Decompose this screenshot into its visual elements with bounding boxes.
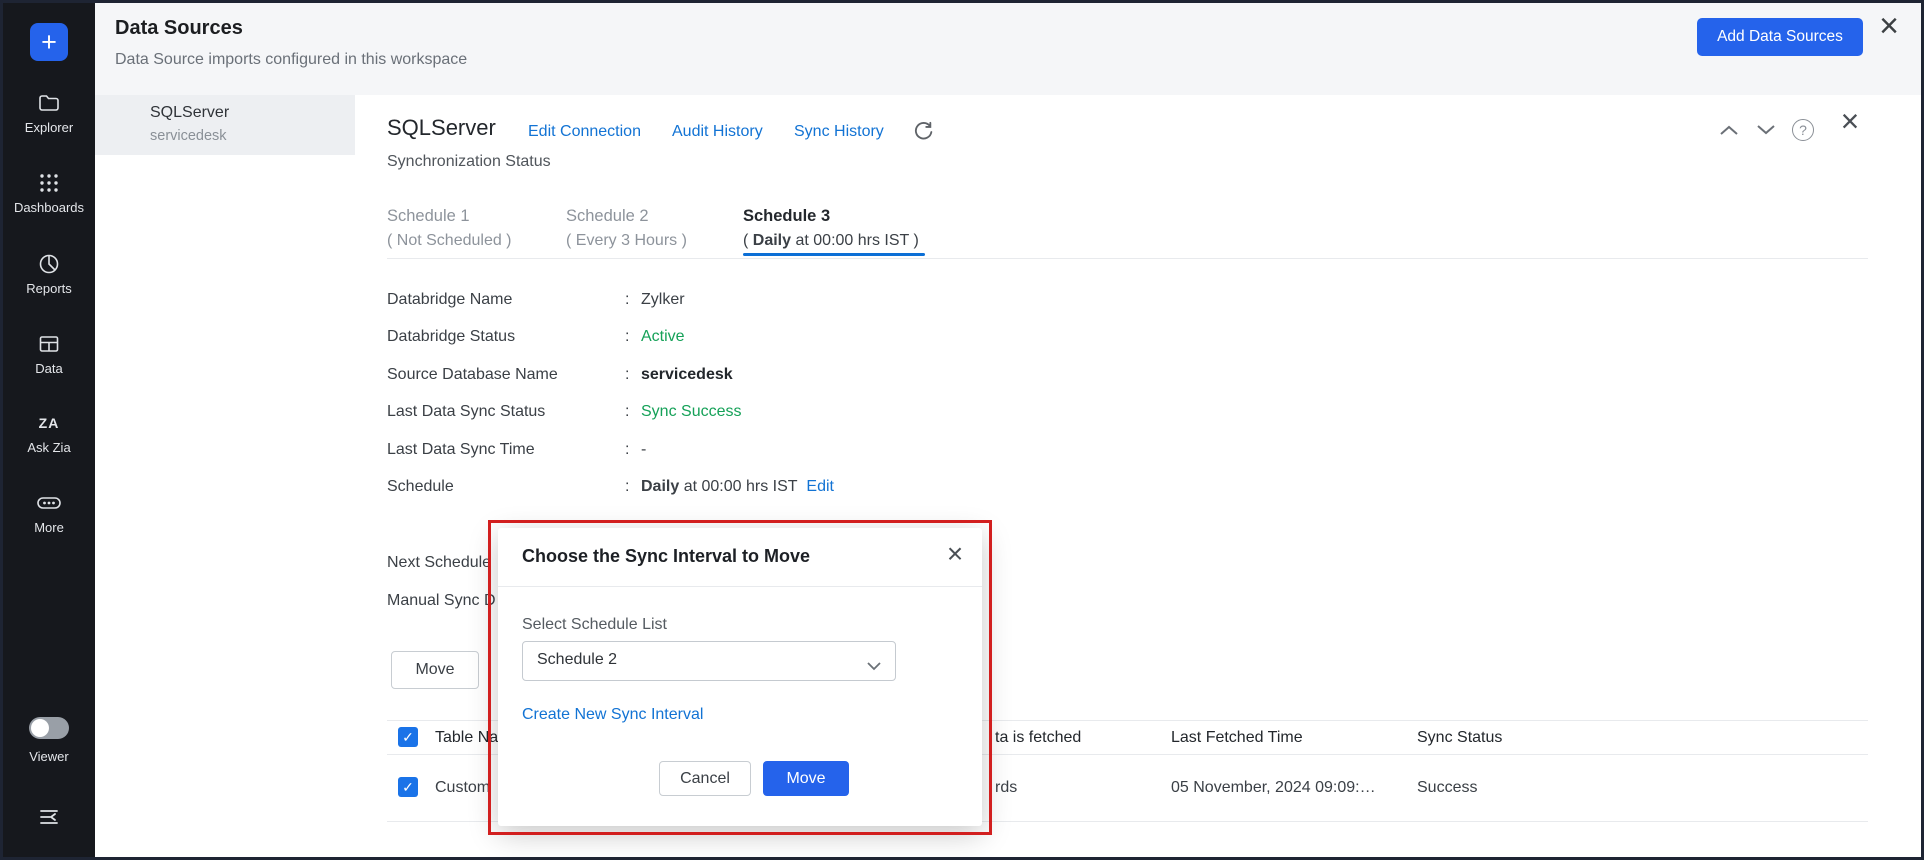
schedule-dropdown-value: Schedule 2 (537, 651, 617, 669)
app-window: + Explorer Dashboards (0, 0, 1924, 860)
page-header: Data Sources Data Source imports configu… (95, 3, 1921, 96)
status-active-value: Active (641, 328, 685, 345)
sidebar-item-reports[interactable]: Reports (3, 252, 95, 296)
create-sync-interval-link[interactable]: Create New Sync Interval (522, 706, 703, 724)
col-header-last-fetched-time: Last Fetched Time (1171, 729, 1303, 747)
move-button[interactable]: Move (763, 761, 849, 796)
detail-row-schedule: Schedule:Daily at 00:00 hrs IST Edit (387, 478, 834, 496)
close-page-icon[interactable]: × (1873, 9, 1905, 43)
datasource-database: servicedesk (150, 128, 227, 144)
datasource-list-panel: SQLServer servicedesk (95, 95, 356, 857)
page-title: Data Sources (115, 17, 243, 40)
datasource-title: SQLServer (387, 115, 496, 141)
row-table-name: Custom (435, 779, 490, 797)
col-header-data-fetched: ta is fetched (995, 729, 1081, 747)
dialog-header: Choose the Sync Interval to Move × (498, 528, 982, 587)
chevron-down-icon[interactable] (1756, 123, 1776, 141)
cancel-button[interactable]: Cancel (659, 761, 751, 796)
sidebar-item-data[interactable]: Data (3, 332, 95, 376)
viewer-toggle[interactable] (29, 717, 69, 739)
pie-chart-icon (37, 252, 61, 276)
sidebar-item-label: Reports (26, 281, 72, 296)
audit-history-link[interactable]: Audit History (672, 123, 763, 141)
detail-row-databridge-name: Databridge Name:Zylker (387, 291, 685, 309)
sidebar-item-label: More (34, 520, 64, 535)
select-schedule-label: Select Schedule List (522, 616, 667, 634)
folder-icon (37, 91, 61, 115)
sync-success-value: Sync Success (641, 403, 741, 420)
row-data-fetched: rds (995, 779, 1017, 797)
page-subtitle: Data Source imports configured in this w… (115, 51, 467, 69)
select-all-checkbox[interactable]: ✓ (398, 727, 418, 747)
datasource-name: SQLServer (150, 104, 229, 122)
dialog-title: Choose the Sync Interval to Move (522, 546, 810, 567)
sidebar-item-label: Data (35, 361, 62, 376)
schedule-dropdown[interactable]: Schedule 2 (522, 641, 896, 681)
chevron-up-icon[interactable] (1719, 123, 1739, 141)
zia-icon: ZA (39, 411, 60, 435)
detail-row-last-sync-time: Last Data Sync Time:- (387, 441, 646, 459)
toggle-knob (31, 719, 49, 737)
viewer-toggle-label: Viewer (3, 749, 95, 764)
sync-status-section-label: Synchronization Status (387, 153, 551, 171)
detail-row-databridge-status: Databridge Status:Active (387, 328, 685, 346)
sidebar-item-explorer[interactable]: Explorer (3, 91, 95, 135)
sidebar-item-label: Ask Zia (27, 440, 70, 455)
tab-schedule-2[interactable]: Schedule 2 ( Every 3 Hours ) (566, 207, 687, 250)
check-icon: ✓ (402, 729, 414, 746)
sidebar-item-ask-zia[interactable]: ZA Ask Zia (3, 411, 95, 455)
tab-schedule-3[interactable]: Schedule 3 ( Daily at 00:00 hrs IST ) (743, 207, 919, 250)
collapse-sidebar-icon[interactable] (37, 805, 61, 834)
check-icon: ✓ (402, 779, 414, 796)
plus-icon: + (41, 27, 57, 58)
tab-schedule-1[interactable]: Schedule 1 ( Not Scheduled ) (387, 207, 512, 250)
row-last-fetched-time: 05 November, 2024 09:09:… (1171, 779, 1376, 797)
edit-schedule-link[interactable]: Edit (806, 478, 834, 495)
row-sync-status: Success (1417, 779, 1477, 797)
move-tables-button[interactable]: Move (391, 651, 479, 689)
active-tab-underline (743, 253, 925, 256)
sidebar: + Explorer Dashboards (3, 3, 95, 857)
table-grid-icon (37, 332, 61, 356)
move-sync-interval-dialog: Choose the Sync Interval to Move × Selec… (498, 528, 982, 826)
col-header-sync-status: Sync Status (1417, 729, 1502, 747)
refresh-icon[interactable] (912, 121, 934, 148)
dots-grid-icon (37, 171, 61, 195)
create-button[interactable]: + (30, 23, 68, 61)
sync-history-link[interactable]: Sync History (794, 123, 884, 141)
add-data-sources-button[interactable]: Add Data Sources (1697, 18, 1863, 56)
row-checkbox[interactable]: ✓ (398, 777, 418, 797)
help-icon[interactable]: ? (1792, 119, 1814, 141)
sidebar-item-more[interactable]: More (3, 491, 95, 535)
close-detail-icon[interactable]: × (1833, 105, 1867, 137)
edit-connection-link[interactable]: Edit Connection (528, 123, 641, 141)
sidebar-item-label: Explorer (25, 120, 73, 135)
tabs-divider (387, 258, 1868, 259)
detail-row-source-database: Source Database Name:servicedesk (387, 366, 733, 384)
chevron-down-icon (867, 658, 881, 676)
detail-row-last-sync-status: Last Data Sync Status:Sync Success (387, 403, 741, 421)
datasource-list-item-sqlserver[interactable]: SQLServer servicedesk (95, 95, 355, 155)
ellipsis-icon (36, 491, 62, 515)
dialog-close-icon[interactable]: × (940, 540, 970, 568)
sidebar-item-dashboards[interactable]: Dashboards (3, 171, 95, 215)
sidebar-item-label: Dashboards (14, 200, 84, 215)
